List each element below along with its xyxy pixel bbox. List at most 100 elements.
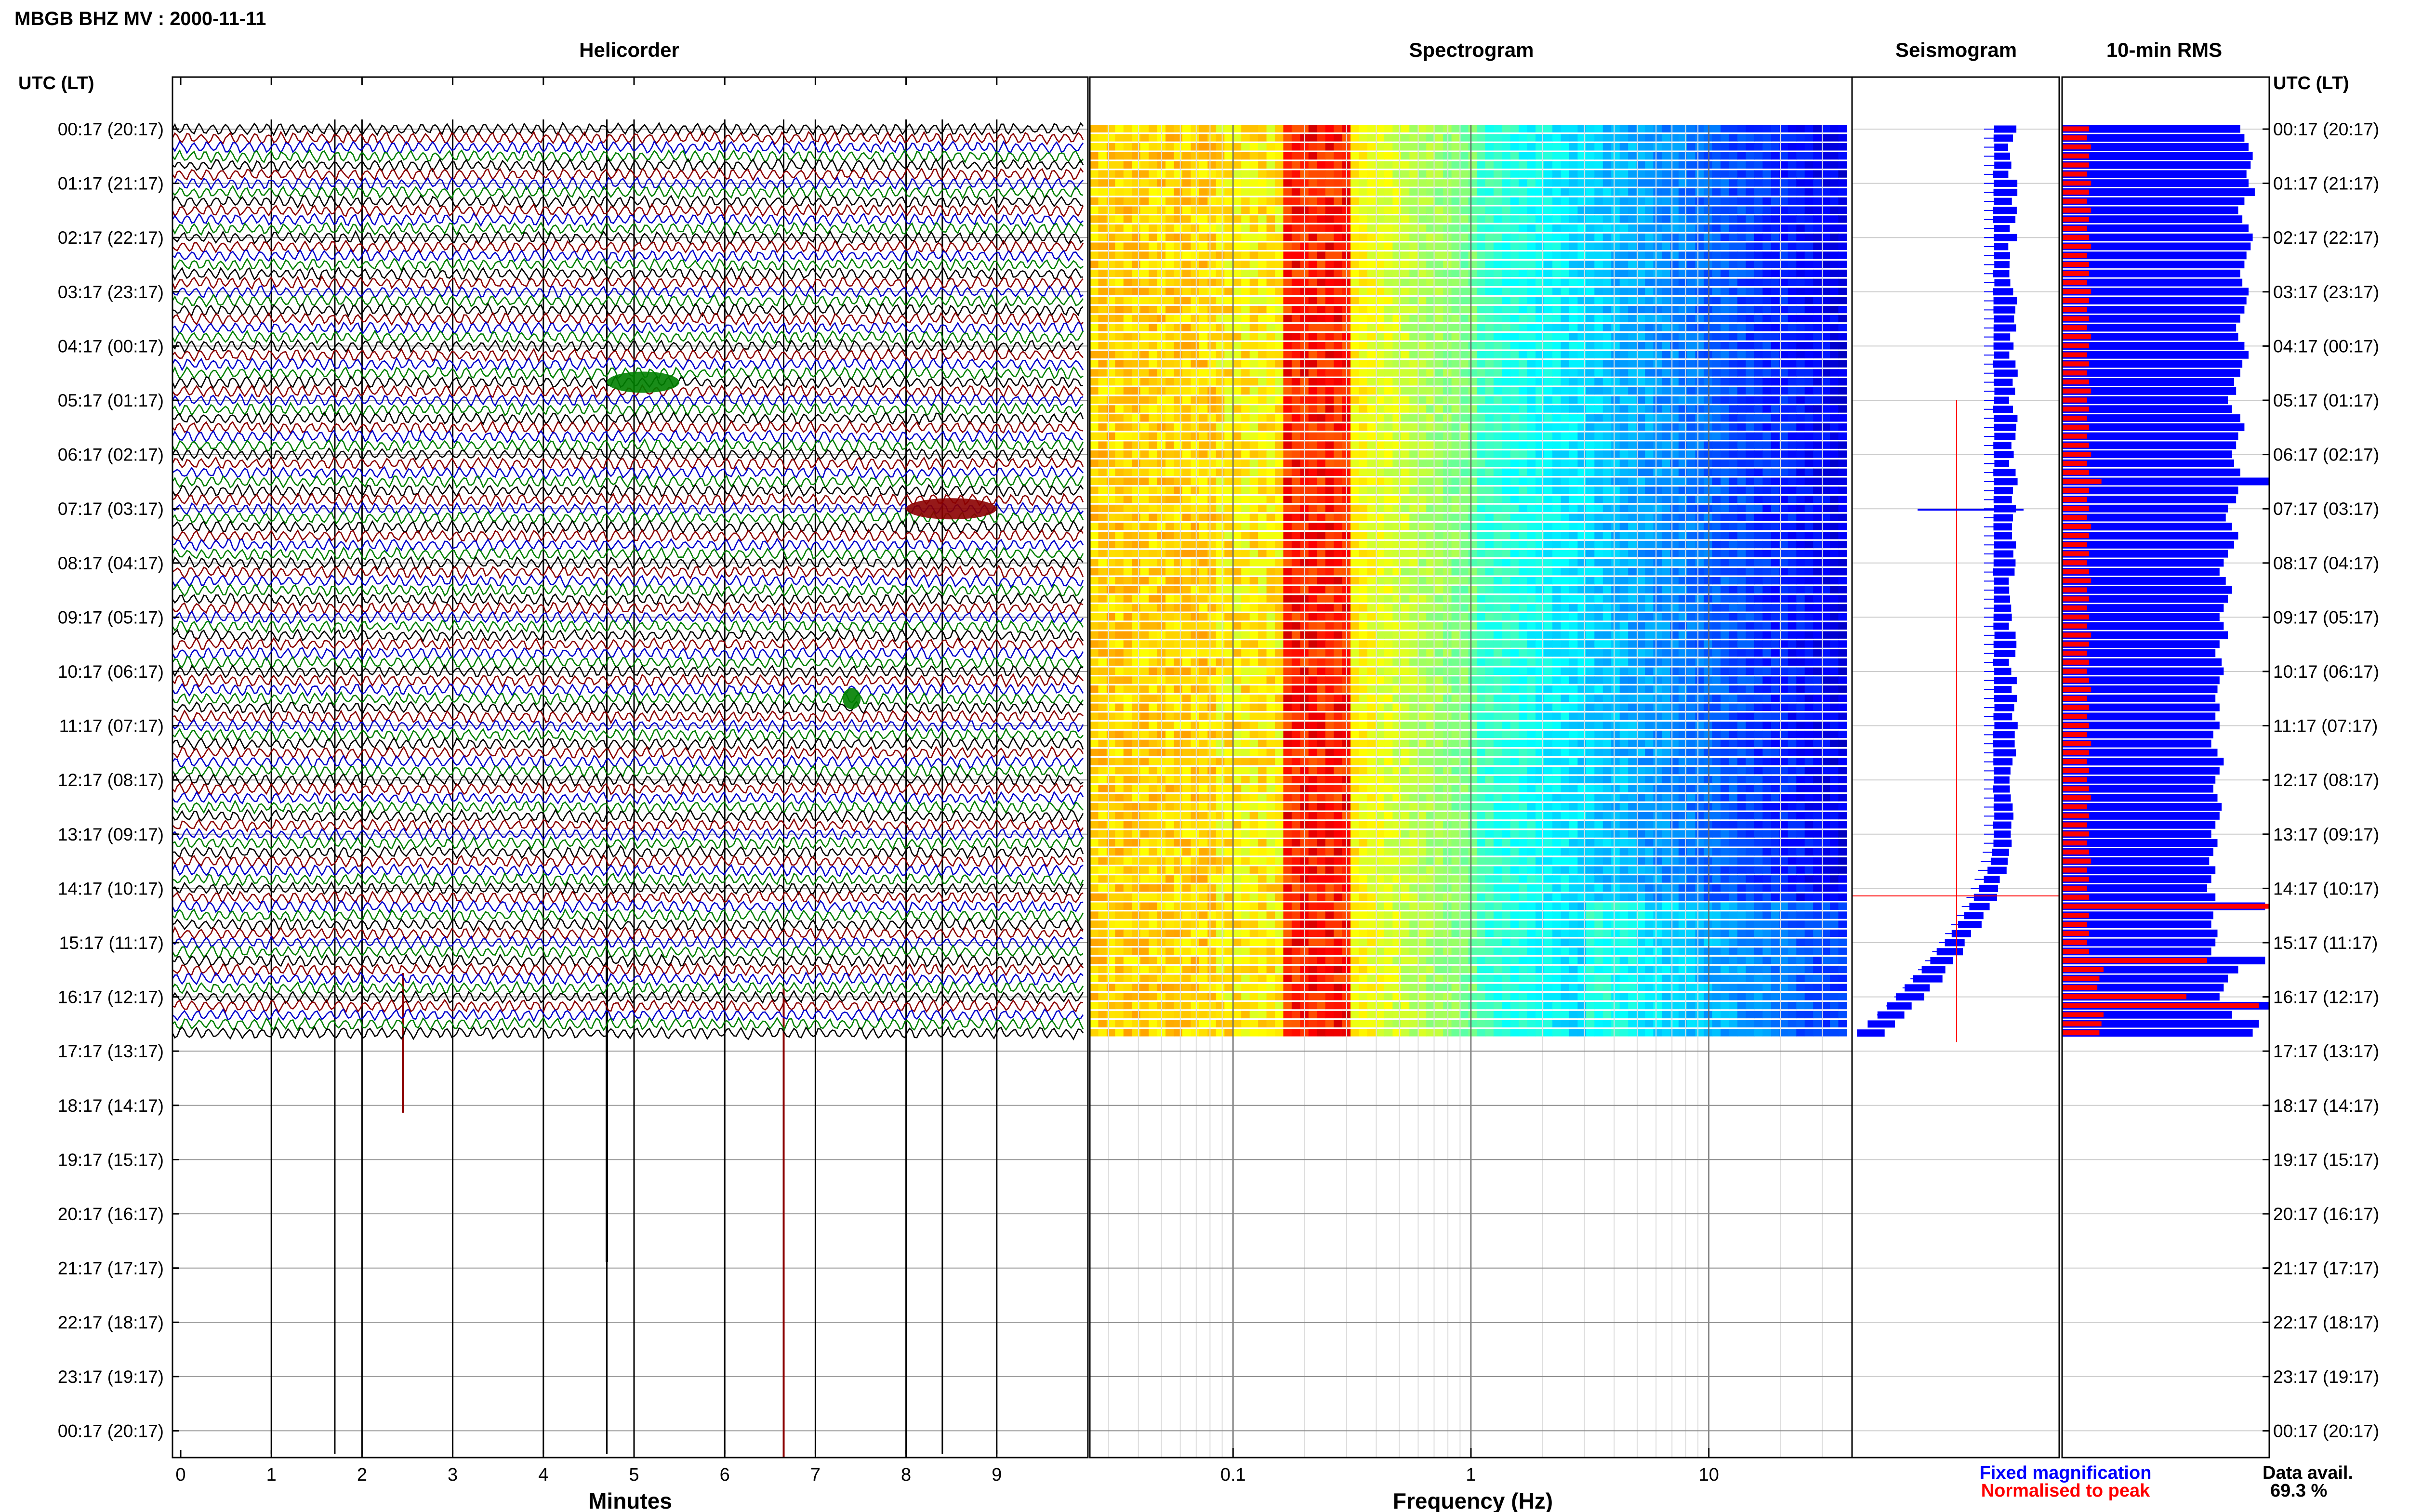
- spectrogram-cell: [1207, 595, 1217, 603]
- spectrogram-cell: [1804, 496, 1813, 503]
- spectrogram-cell: [1291, 513, 1301, 521]
- spectrogram-cell: [1602, 423, 1612, 431]
- spectrogram-cell: [1258, 152, 1267, 160]
- spectrogram-cell: [1712, 143, 1721, 151]
- spectrogram-cell: [1561, 233, 1570, 241]
- spectrogram-cell: [1325, 242, 1335, 250]
- helicorder-trace: [172, 302, 1084, 317]
- spectrogram-cell: [1787, 179, 1797, 187]
- spectrogram-cell: [1645, 450, 1654, 458]
- spectrogram-cell: [1199, 532, 1208, 539]
- spectrogram-cell: [1149, 595, 1158, 603]
- spectrogram-cell: [1821, 450, 1830, 458]
- spectrogram-cell: [1468, 459, 1477, 467]
- spectrogram-cell: [1754, 170, 1763, 178]
- spectrogram-cell: [1754, 595, 1763, 603]
- spectrogram-cell: [1359, 233, 1368, 241]
- spectrogram-cell: [1821, 468, 1830, 476]
- spectrogram-cell: [1771, 152, 1780, 160]
- spectrogram-cell: [1510, 288, 1520, 295]
- spectrogram-cell: [1687, 324, 1696, 331]
- spectrogram-cell: [1721, 486, 1730, 494]
- spectrogram-cell: [1384, 540, 1393, 549]
- spectrogram-cell: [1384, 559, 1393, 566]
- spectrogram-cell: [1207, 432, 1217, 440]
- spectrogram-cell: [1216, 532, 1225, 539]
- spectrogram-cell: [1359, 188, 1368, 196]
- spectrogram-cell: [1334, 297, 1343, 304]
- spectrogram-cell: [1191, 143, 1200, 151]
- spectrogram-cell: [1232, 324, 1242, 331]
- spectrogram-cell: [1392, 568, 1402, 576]
- spectrogram-cell: [1485, 152, 1494, 160]
- spectrogram-cell: [1619, 550, 1628, 557]
- spectrogram-cell: [1636, 233, 1645, 241]
- spectrogram-cell: [1174, 513, 1183, 521]
- spectrogram-cell: [1283, 550, 1292, 557]
- spectrogram-cell: [1670, 577, 1679, 585]
- spectrogram-cell: [1477, 486, 1486, 494]
- spectrogram-cell: [1552, 441, 1562, 449]
- spectrogram-cell: [1838, 188, 1847, 196]
- spectrogram-cell: [1737, 206, 1747, 214]
- spectrogram-cell: [1493, 143, 1503, 151]
- spectrogram-cell: [1115, 215, 1124, 223]
- spectrogram-cell: [1174, 378, 1183, 386]
- spectrogram-cell: [1653, 568, 1662, 576]
- spectrogram-cell: [1821, 143, 1830, 151]
- spectrogram-cell: [1468, 513, 1477, 521]
- spectrogram-cell: [1586, 297, 1595, 304]
- spectrogram-cell: [1191, 170, 1200, 178]
- spectrogram-cell: [1376, 206, 1385, 214]
- spectrogram-cell: [1199, 450, 1208, 458]
- spectrogram-cell: [1813, 305, 1822, 314]
- spectrogram-cell: [1662, 152, 1671, 160]
- spectrogram-cell: [1392, 233, 1402, 241]
- spectrogram-cell: [1535, 233, 1545, 241]
- spectrogram-cell: [1586, 206, 1595, 214]
- spectrogram-cell: [1670, 278, 1679, 286]
- spectrogram-cell: [1317, 577, 1326, 585]
- spectrogram-cell: [1199, 324, 1208, 331]
- spectrogram-cell: [1241, 540, 1250, 549]
- spectrogram-cell: [1359, 477, 1368, 485]
- spectrogram-cell: [1367, 369, 1377, 377]
- spectrogram-cell: [1325, 387, 1335, 395]
- spectrogram-cell: [1477, 513, 1486, 521]
- spectrogram-cell: [1737, 532, 1747, 539]
- spectrogram-cell: [1249, 233, 1258, 241]
- spectrogram-cell: [1376, 269, 1385, 277]
- spectrogram-cell: [1611, 540, 1620, 549]
- spectrogram-cell: [1594, 125, 1603, 132]
- spectrogram-cell: [1552, 459, 1562, 467]
- spectrogram-cell: [1241, 496, 1250, 503]
- spectrogram-cell: [1090, 288, 1099, 295]
- spectrogram-cell: [1687, 369, 1696, 377]
- spectrogram-cell: [1619, 504, 1628, 513]
- spectrogram-cell: [1502, 333, 1511, 341]
- spectrogram-cell: [1762, 595, 1772, 603]
- spectrogram-cell: [1771, 577, 1780, 585]
- spectrogram-cell: [1249, 441, 1258, 449]
- spectrogram-cell: [1561, 278, 1570, 286]
- spectrogram-cell: [1106, 441, 1116, 449]
- spectrogram-cell: [1771, 233, 1780, 241]
- spectrogram-cell: [1838, 441, 1847, 449]
- spectrogram-cell: [1577, 396, 1587, 404]
- spectrogram-cell: [1350, 297, 1360, 304]
- spectrogram-cell: [1754, 288, 1763, 295]
- spectrogram-cell: [1804, 342, 1813, 350]
- spectrogram-cell: [1460, 143, 1469, 151]
- spectrogram-cell: [1275, 586, 1284, 594]
- spectrogram-cell: [1527, 170, 1536, 178]
- spectrogram-cell: [1149, 532, 1158, 539]
- spectrogram-cell: [1611, 595, 1620, 603]
- spectrogram-cell: [1510, 278, 1520, 286]
- spectrogram-cell: [1191, 351, 1200, 359]
- spectrogram-cell: [1687, 170, 1696, 178]
- spectrogram-cell: [1477, 441, 1486, 449]
- spectrogram-cell: [1165, 143, 1175, 151]
- spectrogram-cell: [1561, 559, 1570, 566]
- spectrogram-cell: [1460, 233, 1469, 241]
- spectrogram-cell: [1611, 550, 1620, 557]
